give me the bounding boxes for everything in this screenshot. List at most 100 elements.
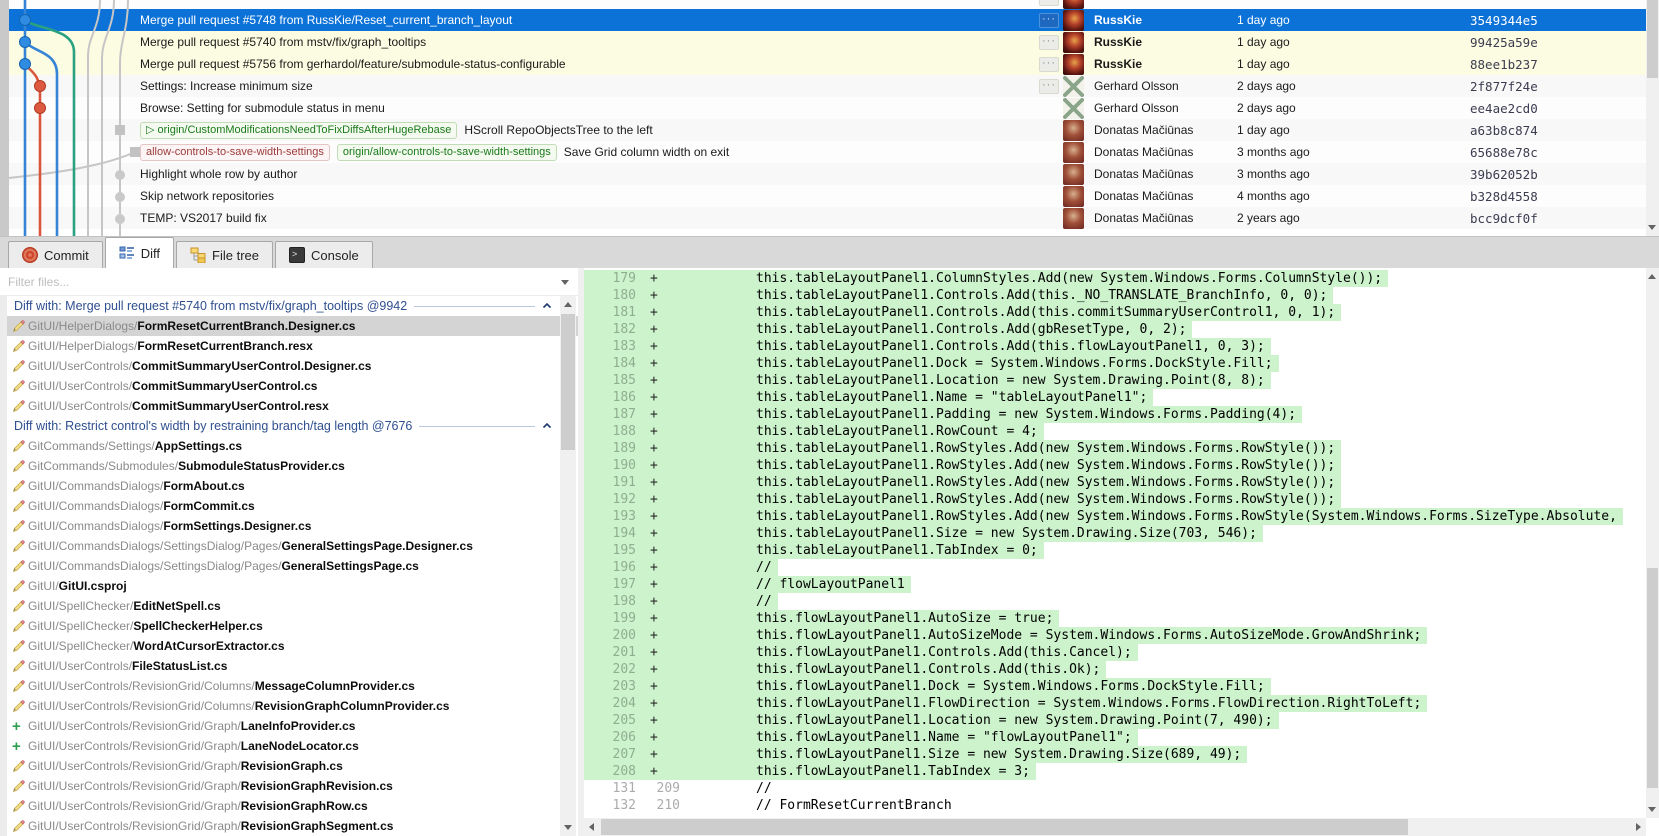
scroll-right-icon[interactable] xyxy=(1636,823,1641,831)
commit-row[interactable]: Highlight whole row by author Donatas Mač… xyxy=(0,163,1646,185)
commit-actions-button[interactable]: ··· xyxy=(1039,34,1059,50)
file-row[interactable]: GitUI/UserControls/RevisionGrid/Columns/… xyxy=(7,676,578,696)
diff-vertical-scrollbar[interactable] xyxy=(1646,268,1659,818)
commit-row[interactable]: Merge pull request #5756 from gerhardol/… xyxy=(0,53,1646,75)
commit-grid-scrollbar[interactable] xyxy=(1646,0,1659,236)
commit-row[interactable]: Merge pull request #5748 from RussKie/Re… xyxy=(0,9,1646,31)
graph-lane-gap xyxy=(0,185,140,207)
commit-actions-button[interactable]: ··· xyxy=(1039,56,1059,72)
tab-commit[interactable]: Commit xyxy=(8,241,103,268)
file-row[interactable]: GitUI/CommandsDialogs/FormCommit.cs xyxy=(7,496,578,516)
file-row[interactable]: + GitUI/UserControls/RevisionGrid/Graph/L… xyxy=(7,736,578,756)
file-path: GitUI/CommandsDialogs/ xyxy=(28,519,164,533)
file-name: FormCommit.cs xyxy=(163,499,255,513)
filter-files-input[interactable] xyxy=(0,268,578,295)
file-row[interactable]: GitUI/HelperDialogs/FormResetCurrentBran… xyxy=(7,316,578,336)
file-row[interactable]: GitUI/SpellChecker/EditNetSpell.cs xyxy=(7,596,578,616)
file-name: RevisionGraphRevision.cs xyxy=(240,779,393,793)
commit-row[interactable]: ··· xyxy=(0,0,1646,9)
file-row[interactable]: GitUI/UserControls/RevisionGrid/Columns/… xyxy=(7,696,578,716)
tab-file-tree[interactable]: File tree xyxy=(176,241,274,268)
file-row[interactable]: GitCommands/Submodules/SubmoduleStatusPr… xyxy=(7,456,578,476)
commit-author: RussKie xyxy=(1094,13,1143,27)
tab-diff[interactable]: Diff xyxy=(104,237,175,268)
commit-row[interactable]: ▷ origin/CustomModificationsNeedToFixDif… xyxy=(0,119,1646,141)
file-status-panel: Diff with: Merge pull request #5740 from… xyxy=(0,268,578,836)
diff-added-marker: + xyxy=(650,645,658,660)
file-row[interactable]: GitUI/UserControls/CommitSummaryUserCont… xyxy=(7,356,578,376)
filter-dropdown-button[interactable] xyxy=(556,273,574,291)
file-row[interactable]: GitUI/SpellChecker/WordAtCursorExtractor… xyxy=(7,636,578,656)
diff-code-text: this.tableLayoutPanel1.RowCount = 4; xyxy=(756,424,1038,439)
scroll-left-icon[interactable] xyxy=(589,823,594,831)
file-row[interactable]: GitUI/CommandsDialogs/SettingsDialog/Pag… xyxy=(7,536,578,556)
commit-row[interactable]: Settings: Increase minimum size ··· Gerhar… xyxy=(0,75,1646,97)
diff-line-highlight: 132 210 // FormResetCurrentBranch xyxy=(584,797,958,814)
scroll-up-icon[interactable] xyxy=(564,302,572,307)
diff-added-marker: + xyxy=(650,662,658,677)
diff-group-header[interactable]: Diff with: Restrict control's width by r… xyxy=(7,416,578,436)
local-branch-badge[interactable]: allow-controls-to-save-width-settings xyxy=(140,143,330,161)
modified-file-icon xyxy=(12,359,28,373)
file-list-scrollbar[interactable] xyxy=(560,296,576,836)
file-filter-row xyxy=(0,268,578,296)
file-row[interactable]: GitUI/CommandsDialogs/FormAbout.cs xyxy=(7,476,578,496)
file-row[interactable]: GitUI/UserControls/FileStatusList.cs xyxy=(7,656,578,676)
file-row[interactable]: GitUI/CommandsDialogs/FormSettings.Desig… xyxy=(7,516,578,536)
file-row[interactable]: GitUI/CommandsDialogs/SettingsDialog/Pag… xyxy=(7,556,578,576)
commit-row[interactable]: Merge pull request #5740 from mstv/fix/g… xyxy=(0,31,1646,53)
diff-line: 188 + this.tableLayoutPanel1.RowCount = 4; xyxy=(584,423,1646,440)
commit-row[interactable]: Skip network repositories Donatas Mačiūna… xyxy=(0,185,1646,207)
commit-date: 1 day ago xyxy=(1237,57,1290,71)
file-row[interactable]: GitUI/UserControls/CommitSummaryUserCont… xyxy=(7,376,578,396)
commit-date: 3 months ago xyxy=(1237,167,1310,181)
file-row[interactable]: GitCommands/Settings/AppSettings.cs xyxy=(7,436,578,456)
file-row[interactable]: GitUI/GitUI.csproj xyxy=(7,576,578,596)
diff-added-marker: + xyxy=(650,356,658,371)
tab-console[interactable]: Console xyxy=(275,241,373,268)
file-row[interactable]: GitUI/UserControls/CommitSummaryUserCont… xyxy=(7,396,578,416)
tab-label: File tree xyxy=(212,247,260,263)
collapse-chevron-icon[interactable] xyxy=(542,419,552,433)
scroll-down-icon[interactable] xyxy=(564,825,572,830)
modified-file-icon xyxy=(12,819,28,833)
scroll-down-icon[interactable] xyxy=(1648,807,1656,812)
diff-line-highlight: 205 + this.flowLayoutPanel1.Location = new… xyxy=(584,712,1279,729)
diff-old-line-number: 202 xyxy=(612,662,636,677)
file-row[interactable]: GitUI/SpellChecker/SpellCheckerHelper.cs xyxy=(7,616,578,636)
diff-old-line-number: 131 xyxy=(612,781,636,796)
commit-actions-button[interactable]: ··· xyxy=(1039,78,1059,94)
commit-message-cell: TEMP: VS2017 build fix xyxy=(140,211,1039,225)
commit-actions-button[interactable]: ··· xyxy=(1039,0,1059,6)
file-row[interactable]: GitUI/HelperDialogs/FormResetCurrentBran… xyxy=(7,336,578,356)
commit-hash: 99425a59e xyxy=(1470,34,1538,50)
file-path: GitCommands/Settings/ xyxy=(28,439,155,453)
diff-added-marker: + xyxy=(650,441,658,456)
file-row[interactable]: + GitUI/UserControls/RevisionGrid/Graph/L… xyxy=(7,716,578,736)
diff-code-text: // flowLayoutPanel1 xyxy=(756,577,905,592)
diff-group-header[interactable]: Diff with: Merge pull request #5740 from… xyxy=(7,296,578,316)
scroll-down-icon[interactable] xyxy=(1648,225,1656,230)
commit-date: 2 years ago xyxy=(1237,211,1300,225)
group-rule xyxy=(414,305,535,307)
modified-file-icon xyxy=(12,799,28,813)
remote-branch-badge[interactable]: origin/allow-controls-to-save-width-sett… xyxy=(336,143,557,161)
avatar-cell xyxy=(1063,0,1089,9)
file-row[interactable]: GitUI/UserControls/RevisionGrid/Graph/Re… xyxy=(7,756,578,776)
commit-actions-button[interactable]: ··· xyxy=(1039,12,1059,28)
remote-branch-badge[interactable]: ▷ origin/CustomModificationsNeedToFixDif… xyxy=(140,121,458,139)
file-row[interactable]: GitUI/UserControls/RevisionGrid/Graph/Re… xyxy=(7,796,578,816)
collapse-chevron-icon[interactable] xyxy=(542,299,552,313)
file-row[interactable]: GitUI/UserControls/RevisionGrid/Graph/Re… xyxy=(7,816,578,836)
commit-row[interactable]: Browse: Setting for submodule status in … xyxy=(0,97,1646,119)
file-row[interactable]: GitUI/UserControls/RevisionGrid/Graph/Re… xyxy=(7,776,578,796)
file-path: GitUI/UserControls/RevisionGrid/Graph/ xyxy=(28,739,241,753)
diff-horizontal-scrollbar[interactable] xyxy=(584,818,1646,836)
commit-row[interactable]: allow-controls-to-save-width-settings ori… xyxy=(0,141,1646,163)
file-path: GitUI/HelperDialogs/ xyxy=(28,339,138,353)
tab-label: Commit xyxy=(44,247,89,263)
diff-old-line-number: 191 xyxy=(612,475,636,490)
commit-row[interactable]: TEMP: VS2017 build fix Donatas Mačiūnas 2 … xyxy=(0,207,1646,229)
scroll-up-icon[interactable] xyxy=(1648,274,1656,279)
diff-code-text: this.flowLayoutPanel1.Location = new Sys… xyxy=(756,713,1273,728)
